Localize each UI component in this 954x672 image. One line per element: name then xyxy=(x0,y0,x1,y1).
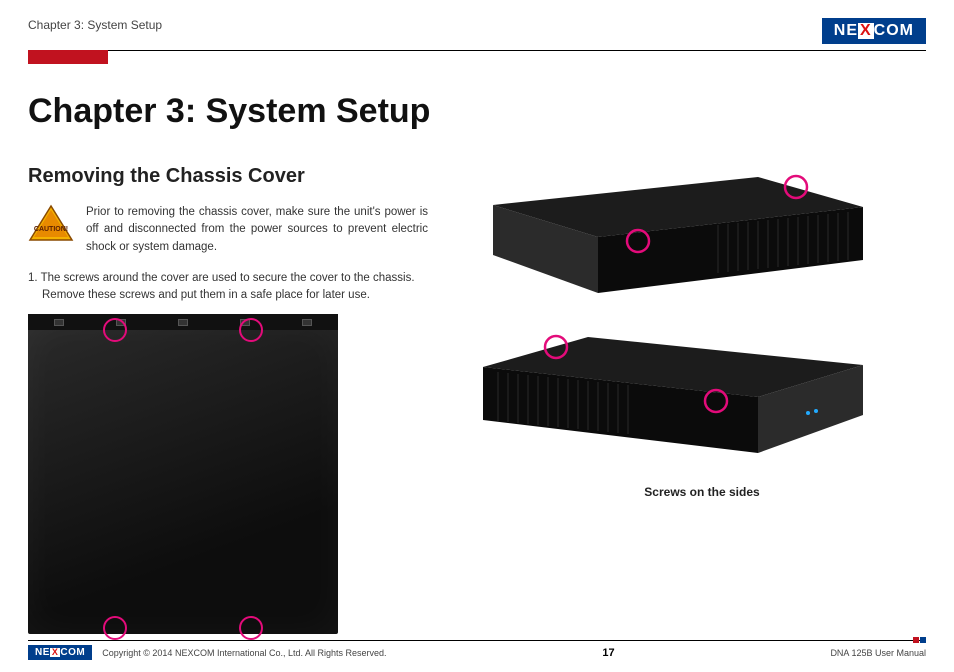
port-icon xyxy=(302,319,312,326)
page-header: Chapter 3: System Setup NEXCOM xyxy=(28,18,926,51)
step-1-text: 1. The screws around the cover are used … xyxy=(28,270,428,305)
device-side-view-1 xyxy=(478,165,868,305)
footer-tick-icon xyxy=(912,637,926,643)
device-side-view-2 xyxy=(478,325,868,465)
svg-text:CAUTION!: CAUTION! xyxy=(34,226,68,233)
logo-x-icon: X xyxy=(858,23,874,39)
page-footer: NEXCOM Copyright © 2014 NEXCOM Internati… xyxy=(28,640,926,660)
manual-name: DNA 125B User Manual xyxy=(830,648,926,658)
logo-text-pre: NE xyxy=(35,647,50,658)
chapter-title: Chapter 3: System Setup xyxy=(28,92,926,131)
caution-icon: CAUTION! xyxy=(28,204,74,242)
logo-text-post: COM xyxy=(874,22,914,40)
caution-block: CAUTION! Prior to removing the chassis c… xyxy=(28,204,428,256)
screw-mark-icon xyxy=(103,318,127,342)
page-number: 17 xyxy=(602,647,614,659)
footer-nexcom-logo: NEXCOM xyxy=(28,645,92,660)
device-top-view xyxy=(28,324,338,634)
logo-text-pre: NE xyxy=(834,22,858,40)
nexcom-logo: NEXCOM xyxy=(822,18,926,44)
copyright-text: Copyright © 2014 NEXCOM International Co… xyxy=(102,648,386,658)
screw-mark-icon xyxy=(239,318,263,342)
figure-caption: Screws on the sides xyxy=(478,485,926,499)
section-title: Removing the Chassis Cover xyxy=(28,165,428,188)
breadcrumb: Chapter 3: System Setup xyxy=(28,18,162,32)
device-rear-ports xyxy=(28,314,338,330)
screw-mark-icon xyxy=(239,616,263,640)
port-icon xyxy=(54,319,64,326)
logo-text-post: COM xyxy=(60,647,85,658)
port-icon xyxy=(178,319,188,326)
logo-x-icon: X xyxy=(50,648,61,657)
screw-mark-icon xyxy=(103,616,127,640)
caution-text: Prior to removing the chassis cover, mak… xyxy=(86,204,428,256)
header-red-tab xyxy=(28,50,108,64)
